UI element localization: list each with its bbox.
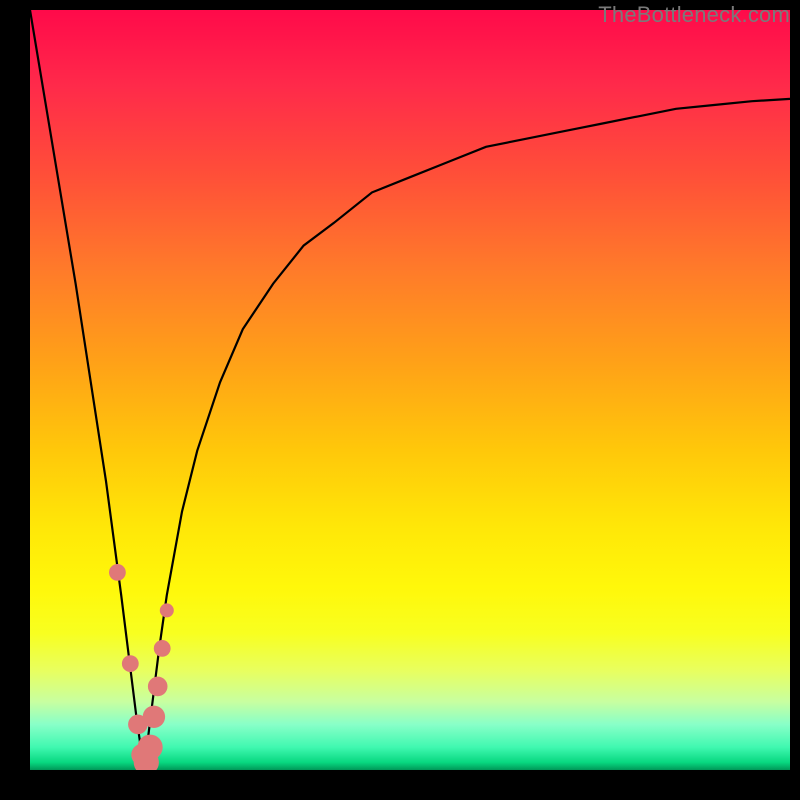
bottleneck-curve-path [30, 10, 790, 770]
marker-cluster [109, 564, 174, 770]
marker-dot [154, 640, 171, 657]
marker-dot [148, 677, 168, 697]
plot-area [30, 10, 790, 770]
watermark-text: TheBottleneck.com [598, 2, 790, 28]
bottleneck-curve-svg [30, 10, 790, 770]
marker-dot [138, 735, 163, 760]
chart-frame: TheBottleneck.com [0, 0, 800, 800]
marker-dot [143, 706, 165, 728]
marker-dot [109, 564, 126, 581]
marker-dot [122, 655, 139, 672]
marker-dot [160, 603, 174, 617]
